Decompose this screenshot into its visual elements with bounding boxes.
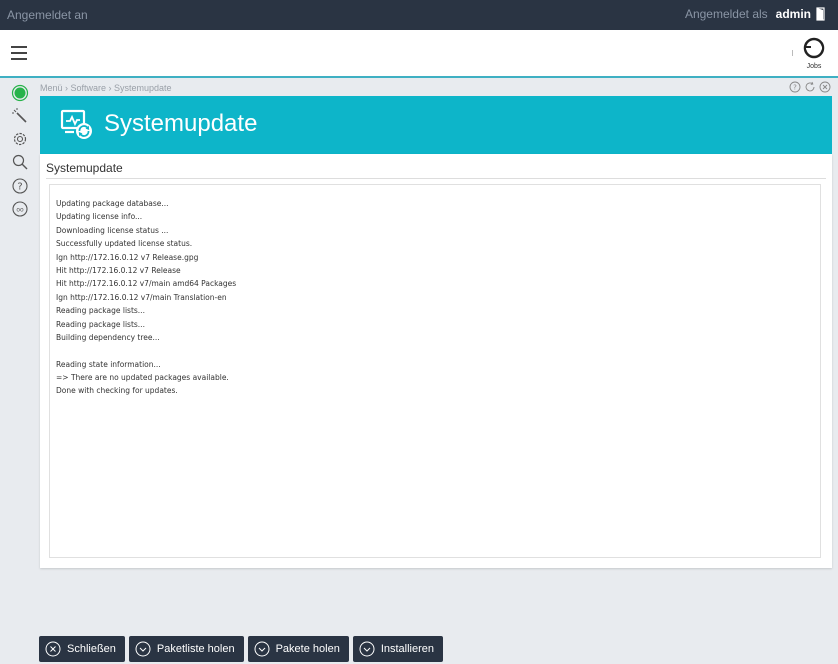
jobs-button[interactable]: Jobs [800,36,828,70]
log-line: Done with checking for updates. [56,386,178,396]
fetch-package-list-button[interactable]: Paketliste holen [128,636,244,662]
page-title: Systemupdate [104,110,258,137]
close-button-label: Schließen [67,643,116,655]
settings-gear-icon[interactable] [11,130,29,148]
svg-text:?: ? [17,182,22,193]
chevron-down-icon [254,641,270,657]
header-bar: Jobs [0,30,838,78]
log-line: Building dependency tree... [56,332,160,342]
help-icon[interactable]: ? [789,81,801,93]
page-banner: Systemupdate [40,96,832,154]
login-status-text: Angemeldet an [7,8,88,22]
jobs-label: Jobs [806,63,822,70]
log-line: Hit http://172.16.0.12 v7/main amd64 Pac… [56,279,237,289]
svg-text:?: ? [793,84,797,92]
fetch-packages-label: Pakete holen [275,643,340,655]
status-ok-icon[interactable] [11,84,29,102]
logout-icon[interactable] [816,7,826,21]
log-line: Updating license info... [56,212,143,222]
search-icon[interactable] [11,153,29,171]
username[interactable]: admin [776,7,811,21]
log-line: Reading package lists... [56,306,145,316]
close-icon [45,641,61,657]
close-button[interactable]: Schließen [39,636,125,662]
header-divider [792,50,793,56]
refresh-icon[interactable] [804,81,816,93]
jobs-icon [803,37,825,59]
top-bar: Angemeldet an Angemeldet als admin [0,0,838,30]
oo-icon[interactable]: oo [11,200,29,218]
update-log[interactable]: Updating package database... Updating lic… [49,184,821,558]
close-icon[interactable] [819,81,831,93]
fetch-packages-button[interactable]: Pakete holen [247,636,349,662]
fetch-package-list-label: Paketliste holen [156,643,235,655]
button-bar: Schließen Paketliste holen Pakete holen … [39,636,444,662]
breadcrumb[interactable]: Menü › Software › Systemupdate [40,83,172,93]
log-line: Ign http://172.16.0.12 v7/main Translati… [56,292,227,302]
log-line: Downloading license status ... [56,225,169,235]
log-line: => There are no updated packages availab… [56,373,229,383]
section-divider [46,178,826,179]
logged-in-as-label: Angemeldet als [684,7,768,21]
content-panel: Systemupdate Updating package database..… [40,154,832,568]
log-line: Hit http://172.16.0.12 v7 Release [56,265,181,275]
section-title: Systemupdate [46,161,123,175]
log-line: Reading state information... [56,359,161,369]
log-line: Ign http://172.16.0.12 v7 Release.gpg [56,252,199,262]
wizard-icon[interactable] [11,107,29,125]
log-line: Reading package lists... [56,319,145,329]
log-line: Successfully updated license status. [56,239,193,249]
install-button[interactable]: Installieren [352,636,444,662]
help-icon[interactable]: ? [11,177,29,195]
install-button-label: Installieren [380,643,435,655]
chevron-down-icon [359,641,375,657]
panel-tools: ? [789,81,831,93]
hamburger-menu-icon[interactable] [11,46,27,60]
svg-text:oo: oo [16,207,24,214]
log-lines: Updating package database... Updating lic… [50,197,236,398]
chevron-down-icon [135,641,151,657]
log-line: Updating package database... [56,199,169,208]
user-info: Angemeldet als admin [685,7,826,21]
systemupdate-icon [60,109,96,146]
